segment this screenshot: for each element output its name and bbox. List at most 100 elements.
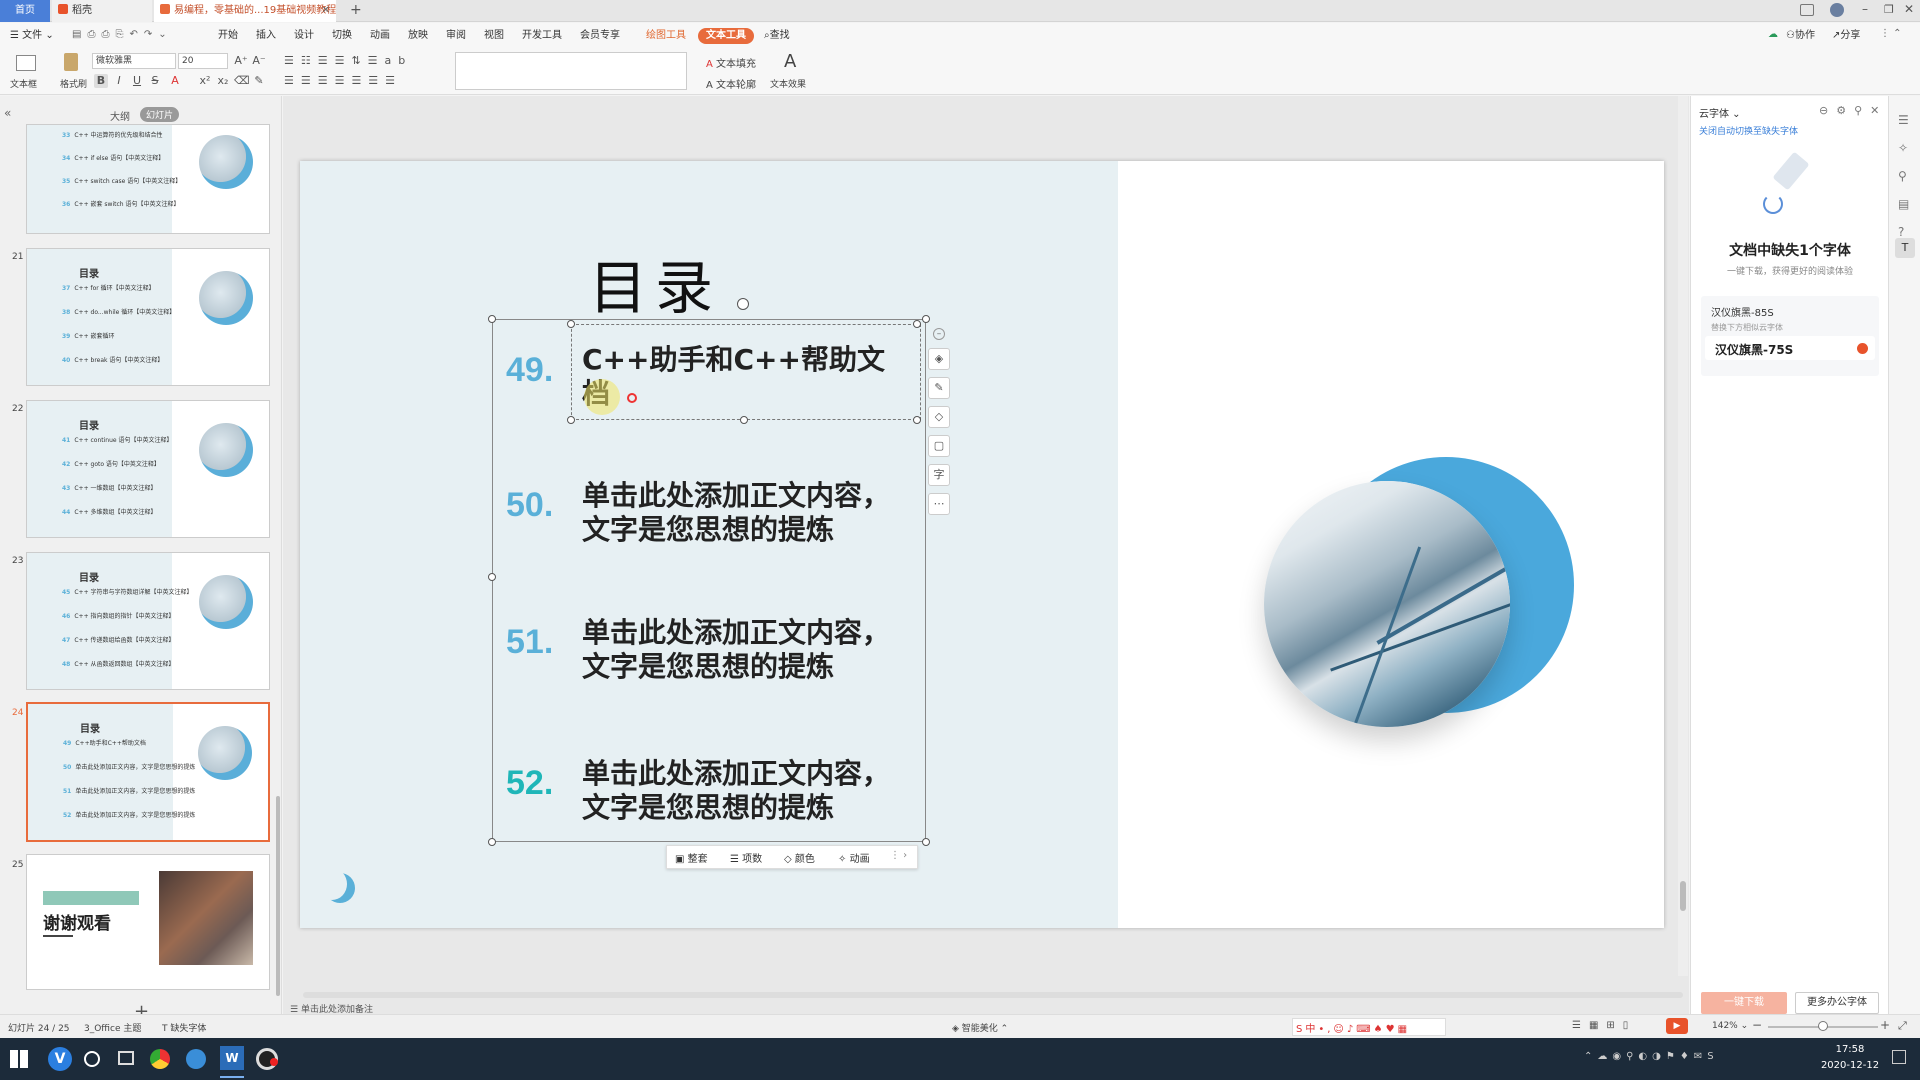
quick-access-icons[interactable]: ▤⎙⎙⎘↶↷⌄ — [72, 29, 173, 40]
close-tab-icon[interactable]: ✕ — [322, 0, 330, 22]
frame-icon[interactable]: ▢ — [928, 435, 950, 457]
panel-header-icons[interactable]: ⊖⚙⚲✕ — [1819, 104, 1887, 117]
underline-button[interactable]: U — [130, 74, 144, 88]
menu-animation[interactable]: 动画 — [370, 28, 390, 44]
app-blue-icon[interactable] — [186, 1049, 206, 1069]
layers-icon[interactable]: ◈ — [928, 348, 950, 370]
float-color-button[interactable]: ◇ 颜色 — [784, 850, 815, 865]
close-window-icon[interactable]: ✕ — [1904, 2, 1914, 16]
slide-thumb-22[interactable]: 目录 41 C++ continue 语句【中英文注释】 42 C++ goto 语… — [26, 400, 270, 538]
auto-switch-link[interactable]: 关闭自动切换至缺失字体 — [1699, 124, 1798, 137]
menu-slideshow[interactable]: 放映 — [408, 28, 428, 44]
start-button-icon[interactable] — [10, 1050, 28, 1068]
paragraph-tools-top[interactable]: ☰☷☰☰⇅☰ab — [284, 54, 412, 67]
text-outline-button[interactable]: A 文本轮廓 — [706, 76, 756, 91]
clock-date[interactable]: 2020-12-12 — [1820, 1060, 1880, 1071]
format-painter-icon[interactable] — [64, 53, 78, 71]
text-effect-label[interactable]: 文本效果 — [770, 77, 806, 90]
bold-button[interactable]: B — [94, 74, 108, 88]
tab-docer[interactable]: 稻壳 — [52, 0, 152, 22]
share-button[interactable]: ↗分享 — [1832, 28, 1860, 44]
subscript-icon[interactable]: x₂ — [216, 74, 230, 88]
font-color-icon[interactable]: A — [168, 74, 182, 88]
menu-start[interactable]: 开始 — [218, 28, 238, 44]
play-slideshow-button[interactable]: ▶ — [1666, 1018, 1688, 1034]
cloud-sync-icon[interactable]: ☁ — [1768, 29, 1778, 40]
notes-area[interactable]: ☰ 单击此处添加备注 — [290, 1002, 373, 1015]
panel-title[interactable]: 云字体 ⌄ — [1699, 105, 1741, 120]
more-tools-icon[interactable]: ⋯ — [928, 493, 950, 515]
avatar[interactable] — [1830, 3, 1844, 17]
menu-transition[interactable]: 切换 — [332, 28, 352, 44]
float-count-button[interactable]: ☰ 项数 — [730, 850, 762, 865]
menu-review[interactable]: 审阅 — [446, 28, 466, 44]
resize-handle[interactable] — [488, 315, 496, 323]
text-effect-icon[interactable]: A — [784, 51, 796, 72]
cortana-icon[interactable] — [84, 1051, 100, 1067]
font-size-select[interactable]: 20 — [178, 53, 228, 69]
search-button[interactable]: ⌕查找 — [764, 28, 790, 44]
strip-icons[interactable]: ☰ ✧ ⚲ ▤? — [1898, 106, 1909, 246]
clock-time[interactable]: 17:58 — [1820, 1044, 1880, 1055]
float-more-icon[interactable]: ⋮ › — [890, 850, 907, 861]
ime-icons[interactable]: S中•,☺♪⌨♠♥▦ — [1296, 1020, 1410, 1035]
resize-handle[interactable] — [922, 315, 930, 323]
float-set-button[interactable]: ▣ 整套 — [675, 850, 708, 865]
canvas-scroll-thumb[interactable] — [1680, 881, 1686, 911]
menu-developer[interactable]: 开发工具 — [522, 28, 562, 44]
more-menu-icon[interactable]: ⋮ ⌃ — [1880, 28, 1902, 39]
strike-button[interactable]: S — [148, 74, 162, 88]
collapse-panel-icon[interactable]: « — [4, 106, 11, 120]
resize-handle[interactable] — [488, 838, 496, 846]
tab-outline[interactable]: 大纲 — [110, 108, 130, 123]
textbox-label[interactable]: 文本框 — [10, 77, 37, 90]
download-font-icon[interactable] — [1857, 343, 1868, 354]
slide-title[interactable]: 目录 — [589, 241, 721, 325]
wps-icon[interactable]: W — [220, 1046, 244, 1070]
tab-slides[interactable]: 幻灯片 — [140, 107, 180, 122]
superscript-icon[interactable]: x² — [198, 74, 212, 88]
canvas-scrollbar[interactable] — [1678, 96, 1688, 976]
collab-button[interactable]: ⚇协作 — [1786, 28, 1815, 44]
minimize-icon[interactable]: – — [1862, 2, 1868, 16]
slide-thumb-25[interactable]: 谢谢观看 — [26, 854, 270, 990]
menu-view[interactable]: 视图 — [484, 28, 504, 44]
rotate-handle-icon[interactable] — [737, 298, 749, 310]
highlight-icon[interactable]: ✎ — [252, 74, 266, 88]
one-click-download-button[interactable]: 一键下载 — [1701, 992, 1787, 1014]
zoom-out-icon[interactable]: − — [1752, 1018, 1762, 1032]
float-animation-button[interactable]: ✧ 动画 — [838, 850, 870, 865]
italic-button[interactable]: I — [112, 74, 126, 88]
smart-beautify-button[interactable]: ◈ 智能美化 ⌃ — [952, 1021, 1008, 1034]
tab-home[interactable]: 首页 — [0, 0, 50, 22]
fill-icon[interactable]: ◇ — [928, 406, 950, 428]
window-mode-icon[interactable] — [1800, 4, 1814, 16]
chrome-icon[interactable] — [150, 1049, 170, 1069]
view-mode-icons[interactable]: ☰▦⊞▯ — [1572, 1020, 1636, 1031]
strip-text-icon[interactable]: T — [1895, 238, 1915, 258]
slide-thumb-24-selected[interactable]: 目录 49 C++助手和C++帮助文档 50 单击此处添加正文内容，文字是您思想的提… — [26, 702, 270, 842]
eraser-icon[interactable]: ⌫ — [234, 74, 250, 88]
align-tools[interactable]: ☰☰☰☰☰☰☰ — [284, 74, 402, 87]
text-selection-box[interactable] — [571, 324, 921, 420]
fit-window-icon[interactable]: ⤢ — [1898, 1019, 1907, 1033]
panel-scrollbar[interactable] — [276, 796, 280, 996]
zoom-slider-thumb[interactable] — [1818, 1021, 1828, 1031]
file-menu[interactable]: ☰ 文件 ⌄ — [10, 28, 54, 44]
slide-thumb-20[interactable]: 33 C++ 中运算符的优先级和结合性 34 C++ if else 语句【中英文注… — [26, 124, 270, 234]
resize-handle[interactable] — [922, 838, 930, 846]
font-name-select[interactable]: 微软雅黑 — [92, 53, 176, 69]
text-fill-button[interactable]: A 文本填充 — [706, 55, 756, 70]
menu-member[interactable]: 会员专享 — [580, 28, 620, 44]
menu-draw-tools[interactable]: 绘图工具 — [646, 28, 686, 44]
slide[interactable]: 目录 49. C++助手和C++帮助文档 50. 单击此处添加正文内容，文字是您… — [300, 161, 1664, 928]
maximize-icon[interactable]: ❐ — [1884, 3, 1894, 16]
grow-font-icon[interactable]: A⁺ — [234, 54, 248, 68]
new-tab-icon[interactable]: + — [350, 2, 362, 18]
horizontal-scrollbar[interactable] — [303, 992, 1683, 998]
tab-document[interactable]: 易编程，零基础的...19基础视频教程 ✕ — [154, 0, 336, 22]
resize-handle[interactable] — [488, 573, 496, 581]
menu-design[interactable]: 设计 — [294, 28, 314, 44]
missing-font-status[interactable]: T 缺失字体 — [162, 1021, 206, 1034]
slide-thumb-21[interactable]: 目录 37 C++ for 循环【中英文注释】 38 C++ do...while … — [26, 248, 270, 386]
